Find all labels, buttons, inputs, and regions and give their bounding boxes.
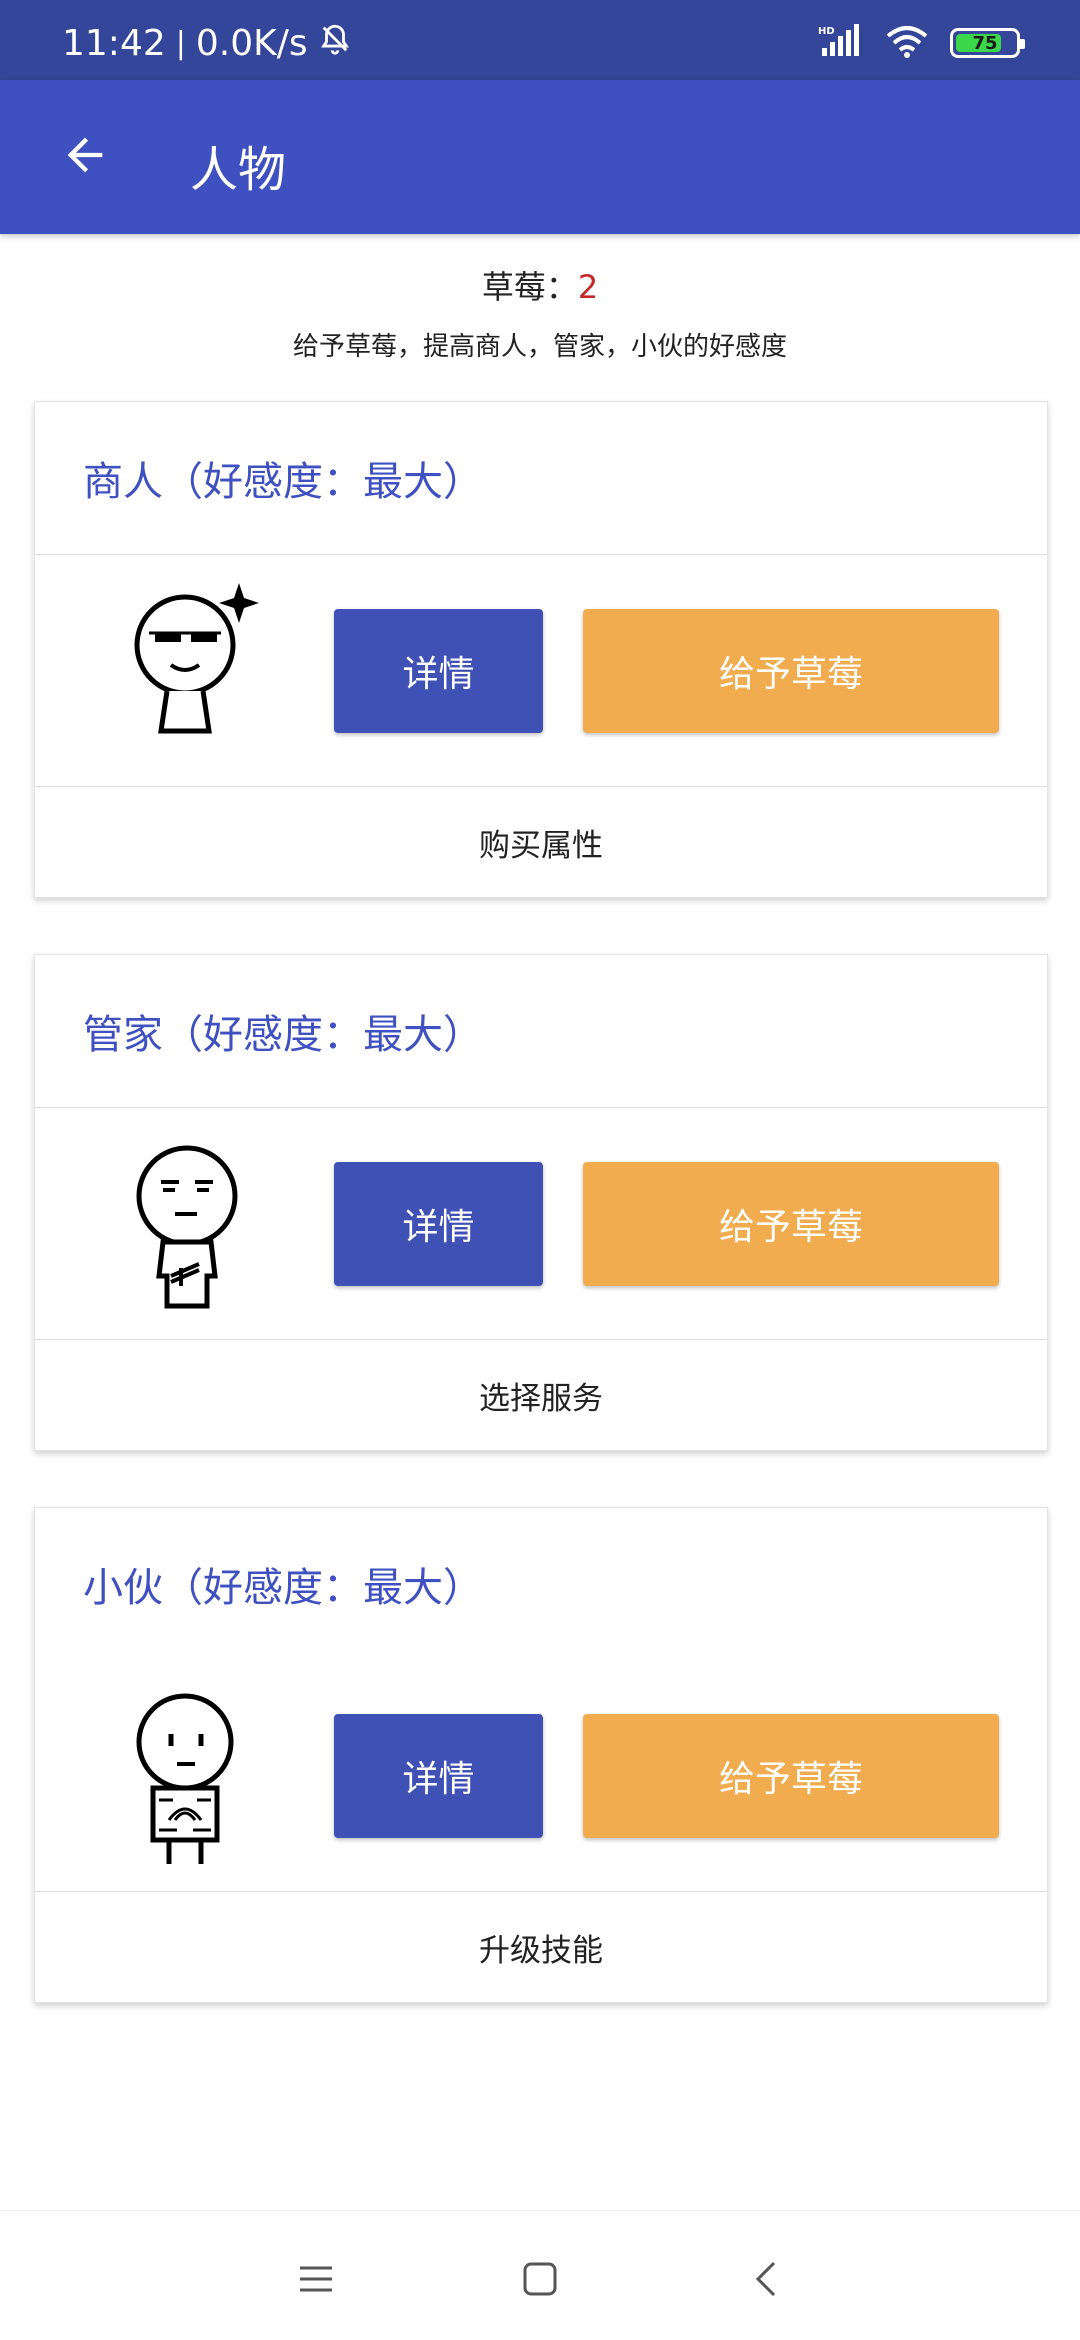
home-square-icon[interactable]: [510, 2249, 570, 2309]
merchant-avatar-icon: [134, 583, 259, 734]
detail-button[interactable]: 详情: [334, 609, 543, 733]
status-separator: |: [175, 26, 186, 61]
arrow-left-icon: [67, 137, 103, 173]
strawberry-label: 草莓：: [481, 268, 578, 306]
status-net-speed: 0.0K/s: [195, 23, 308, 64]
battery-icon: 75: [950, 28, 1025, 58]
page-title: 人物: [190, 142, 287, 198]
svg-text:HD: HD: [818, 26, 835, 37]
give-strawberry-button[interactable]: 给予草莓: [583, 1714, 999, 1838]
card-body: 详情 给予草莓: [35, 555, 1047, 786]
character-card-guy: 小伙（好感度：最大） 详情 给予草莓 升级技能: [34, 1507, 1048, 2003]
hd-signal-icon: HD: [818, 24, 864, 62]
back-chevron-icon[interactable]: [736, 2249, 796, 2309]
detail-button[interactable]: 详情: [334, 1714, 543, 1838]
card-title: 小伙（好感度：最大）: [83, 1565, 483, 1611]
card-body: 详情 给予草莓: [35, 1108, 1047, 1339]
buy-attributes-button[interactable]: 购买属性: [35, 787, 1047, 897]
butler-avatar-icon: [136, 1145, 238, 1309]
back-button[interactable]: [50, 120, 120, 190]
status-left: 11:42 | 0.0K/s: [62, 22, 352, 65]
character-card-merchant: 商人（好感度：最大） 详情 给予草莓 购买属性: [34, 401, 1048, 898]
strawberry-line: 草莓：2: [0, 262, 1080, 308]
strawberry-count: 2: [577, 268, 599, 306]
strawberry-summary: 草莓：2 给予草莓，提高商人，管家，小伙的好感度: [0, 262, 1080, 363]
character-card-butler: 管家（好感度：最大） 详情 给予草莓 选择服务: [34, 954, 1048, 1451]
card-title: 商人（好感度：最大）: [83, 459, 483, 505]
upgrade-skills-button[interactable]: 升级技能: [35, 1892, 1047, 2002]
give-strawberry-button[interactable]: 给予草莓: [583, 1162, 999, 1286]
guy-avatar-icon: [136, 1693, 234, 1864]
detail-button[interactable]: 详情: [334, 1162, 543, 1286]
status-time: 11:42: [62, 23, 166, 64]
menu-icon[interactable]: [286, 2249, 346, 2309]
app-bar: 人物: [0, 80, 1080, 234]
wifi-icon: [886, 24, 928, 62]
strawberry-hint: 给予草莓，提高商人，管家，小伙的好感度: [292, 332, 787, 362]
mute-bell-icon: [318, 22, 352, 65]
give-strawberry-button[interactable]: 给予草莓: [583, 609, 999, 733]
battery-level: 75: [972, 32, 998, 54]
status-right: HD 75: [818, 24, 1025, 62]
select-service-button[interactable]: 选择服务: [35, 1340, 1047, 1450]
status-bar: 11:42 | 0.0K/s HD 75: [0, 0, 1080, 80]
card-title: 管家（好感度：最大）: [83, 1012, 483, 1058]
system-nav-bar: [0, 2210, 1080, 2340]
card-body: 详情 给予草莓: [35, 1660, 1047, 1891]
